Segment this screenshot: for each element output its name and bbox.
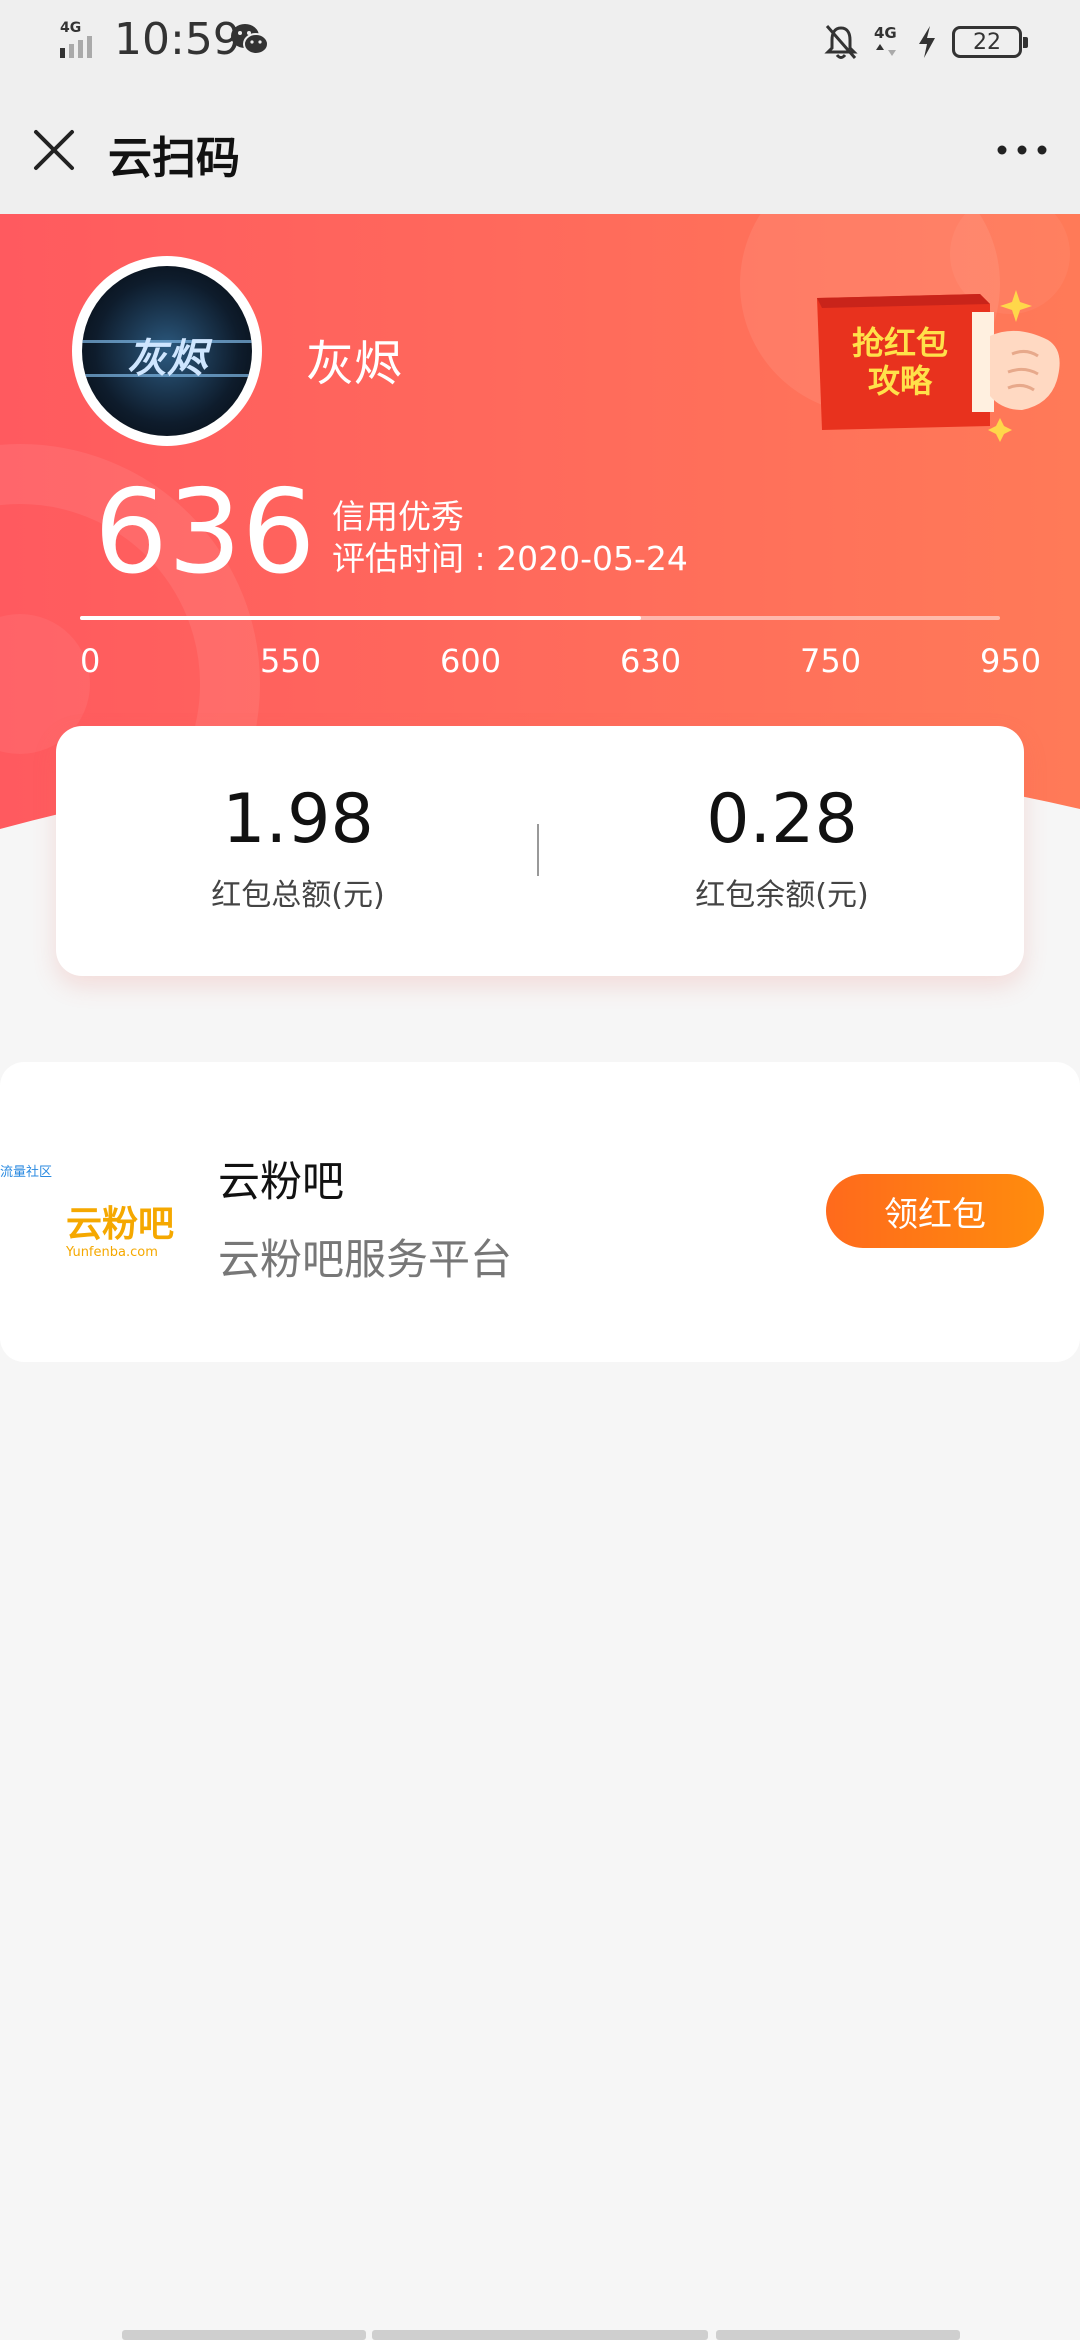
avatar-art: 灰烬 bbox=[82, 335, 252, 382]
remaining-amount-value: 0.28 bbox=[706, 780, 858, 859]
merchant-card[interactable]: 流量社区 云粉吧 Yunfenba.com 云粉吧 云粉吧服务平台 领红包 bbox=[0, 1062, 1080, 1362]
status-right: 4G 22 bbox=[824, 18, 1028, 66]
total-amount: 1.98 红包总额(元) bbox=[98, 780, 498, 914]
scale-tick-1: 550 bbox=[260, 642, 322, 680]
credit-score: 636 bbox=[94, 465, 316, 600]
claim-red-envelope-button[interactable]: 领红包 bbox=[826, 1174, 1044, 1248]
merchant-logo: 流量社区 云粉吧 Yunfenba.com bbox=[0, 1164, 174, 1260]
mute-bell-icon bbox=[824, 25, 858, 59]
avatar-image: 灰烬 bbox=[82, 266, 252, 436]
svg-text:云粉吧: 云粉吧 bbox=[66, 1204, 174, 1245]
merchant-description: 云粉吧服务平台 bbox=[218, 1235, 513, 1284]
battery-level: 22 bbox=[973, 29, 1001, 55]
scale-tick-4: 750 bbox=[800, 642, 862, 680]
balance-card: 1.98 红包总额(元) 0.28 红包余额(元) bbox=[56, 726, 1024, 976]
title-bar: 云扫码 bbox=[0, 84, 1080, 214]
svg-text:4G: 4G bbox=[874, 24, 897, 42]
eval-label: 评估时间 : bbox=[332, 539, 497, 578]
username: 灰烬 bbox=[306, 336, 403, 392]
nav-indicator-right bbox=[716, 2330, 960, 2340]
more-options-icon[interactable] bbox=[992, 128, 1052, 172]
page-title: 云扫码 bbox=[108, 133, 240, 184]
remaining-amount-label: 红包余额(元) bbox=[695, 878, 869, 913]
scale-tick-5: 950 bbox=[980, 642, 1042, 680]
status-time: 10:59 bbox=[114, 14, 241, 65]
svg-text:灰烬: 灰烬 bbox=[127, 335, 213, 382]
mobile-data-icon: 4G bbox=[874, 24, 897, 56]
scale-tick-3: 630 bbox=[620, 642, 682, 680]
charging-icon bbox=[919, 26, 935, 58]
balance-divider bbox=[537, 824, 539, 876]
score-progress-fill bbox=[80, 616, 642, 620]
nav-indicator-center bbox=[372, 2330, 708, 2340]
promo-label[interactable]: 抢红包 攻略 bbox=[836, 324, 964, 400]
eval-date: 2020-05-24 bbox=[496, 539, 688, 578]
battery-icon: 22 bbox=[952, 26, 1028, 58]
svg-text:流量社区: 流量社区 bbox=[0, 1164, 52, 1180]
signal-icon: 4G bbox=[60, 20, 92, 58]
promo-label-line1: 抢红包 bbox=[851, 324, 948, 362]
nav-indicator-left bbox=[122, 2330, 366, 2340]
svg-text:4G: 4G bbox=[60, 20, 81, 36]
status-bar: 4G 10:59 4G 22 bbox=[0, 0, 1080, 84]
credit-level: 信用优秀 bbox=[332, 497, 464, 536]
scale-tick-0: 0 bbox=[80, 642, 101, 680]
remaining-amount: 0.28 红包余额(元) bbox=[582, 780, 982, 914]
scale-tick-2: 600 bbox=[440, 642, 502, 680]
merchant-name: 云粉吧 bbox=[218, 1157, 345, 1206]
total-amount-label: 红包总额(元) bbox=[211, 878, 385, 913]
close-icon[interactable] bbox=[28, 124, 80, 176]
total-amount-value: 1.98 bbox=[222, 780, 374, 859]
avatar[interactable]: 灰烬 bbox=[72, 256, 262, 446]
score-progress-track bbox=[80, 616, 1000, 620]
promo-label-line2: 攻略 bbox=[867, 362, 932, 400]
svg-text:Yunfenba.com: Yunfenba.com bbox=[65, 1245, 158, 1260]
wechat-icon bbox=[231, 24, 269, 55]
eval-time: 评估时间 : 2020-05-24 bbox=[332, 532, 688, 580]
